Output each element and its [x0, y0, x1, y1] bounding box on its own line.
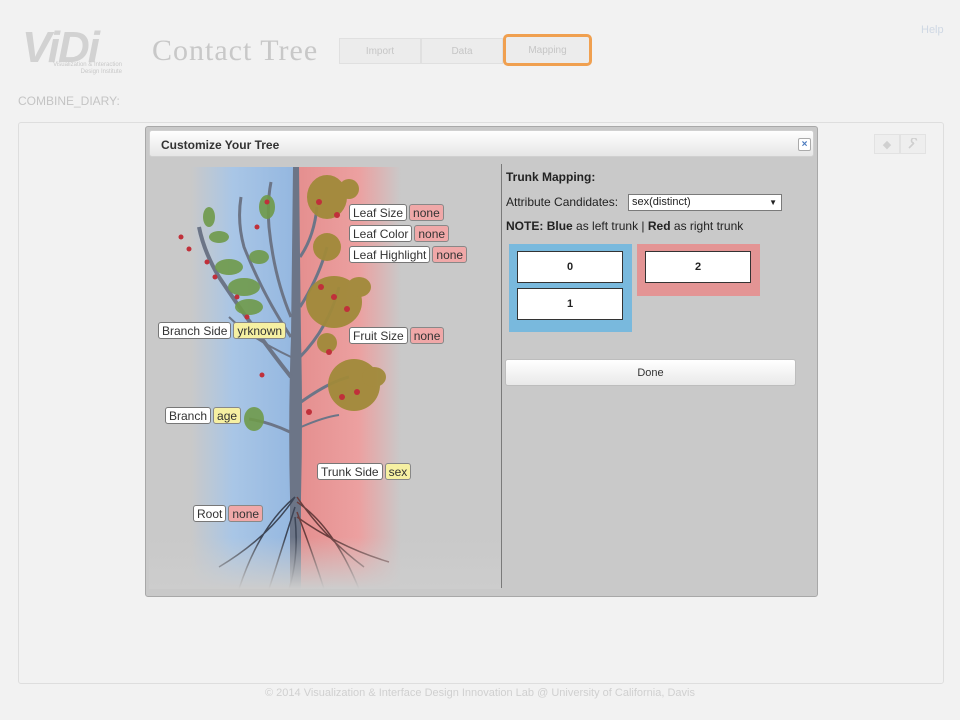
trunk-value-chip[interactable]: 0 [517, 251, 623, 283]
attribute-candidates-select[interactable]: sex(distinct) ▼ [628, 194, 782, 211]
close-icon[interactable]: × [798, 138, 811, 151]
mapping-trunk-side: Trunk Side sex [317, 462, 412, 480]
mapping-value[interactable]: none [414, 224, 450, 242]
note-blue: Blue [546, 219, 573, 233]
wrench-icon[interactable] [900, 134, 926, 154]
mapping-branch: Branch age [165, 406, 242, 424]
app-title: Contact Tree [152, 34, 319, 67]
tree-fade [149, 537, 501, 589]
main-tabs: Import Data Mapping [339, 34, 592, 66]
mapping-name: Leaf Color [349, 224, 413, 242]
mapping-leaf-color: Leaf Color none [349, 224, 450, 242]
note-suffix: as right trunk [673, 219, 744, 233]
note-mid: as left trunk | [576, 219, 645, 233]
trunk-value-chip[interactable]: 1 [517, 288, 623, 320]
dataset-label: COMBINE_DIARY: [18, 94, 120, 108]
customize-tree-dialog: Customize Your Tree × Leaf Size none Lea… [145, 126, 818, 597]
trunk-mapping-title: Trunk Mapping: [506, 170, 596, 184]
mapping-value[interactable]: age [213, 406, 242, 424]
mapping-value[interactable]: none [228, 504, 264, 522]
mapping-leaf-size: Leaf Size none [349, 203, 444, 221]
dialog-divider [501, 164, 502, 588]
right-trunk-drop-zone[interactable]: 2 [637, 244, 760, 296]
mapping-value[interactable]: none [432, 245, 468, 263]
done-button[interactable]: Done [505, 359, 796, 386]
help-link[interactable]: Help [921, 24, 944, 36]
dialog-title: Customize Your Tree [161, 138, 280, 152]
dropdown-arrow-icon: ▼ [769, 198, 777, 207]
note-red: Red [647, 219, 671, 233]
tab-data[interactable]: Data [421, 38, 503, 64]
mapping-root: Root none [193, 504, 264, 522]
dialog-titlebar: Customize Your Tree × [149, 130, 814, 157]
mapping-name: Branch [165, 406, 212, 424]
mapping-leaf-highlight: Leaf Highlight none [349, 245, 468, 263]
mapping-branch-side: Branch Side yrknown [158, 321, 287, 339]
mapping-value[interactable]: none [409, 326, 445, 344]
left-trunk-drop-zone[interactable]: 0 1 [509, 244, 632, 332]
mapping-name: Leaf Size [349, 203, 408, 221]
mapping-name: Branch Side [158, 321, 232, 339]
attribute-selected-value: sex(distinct) [632, 196, 691, 208]
footer-text: © 2014 Visualization & Interface Design … [265, 687, 695, 699]
mapping-name: Root [193, 504, 227, 522]
mapping-name: Leaf Highlight [349, 245, 431, 263]
logo-subtitle: Visualization & Interaction Design Insti… [53, 62, 122, 75]
mapping-fruit-size: Fruit Size none [349, 326, 445, 344]
tab-import[interactable]: Import [339, 38, 421, 64]
mapping-value[interactable]: none [409, 203, 444, 221]
diamond-icon[interactable]: ◆ [874, 134, 900, 154]
mapping-value[interactable]: sex [384, 462, 412, 480]
trunk-note: NOTE: Blue as left trunk | Red as right … [506, 219, 743, 233]
attribute-candidates-label: Attribute Candidates: [506, 195, 619, 209]
mapping-value[interactable]: yrknown [233, 321, 287, 339]
panel-toolbar: ◆ [874, 134, 926, 154]
note-prefix: NOTE: [506, 219, 544, 233]
tab-mapping[interactable]: Mapping [503, 34, 592, 66]
vidi-logo: ViDi Visualization & Interaction Design … [22, 26, 126, 76]
mapping-name: Fruit Size [349, 326, 408, 344]
trunk-value-chip[interactable]: 2 [645, 251, 751, 283]
mapping-name: Trunk Side [317, 462, 383, 480]
